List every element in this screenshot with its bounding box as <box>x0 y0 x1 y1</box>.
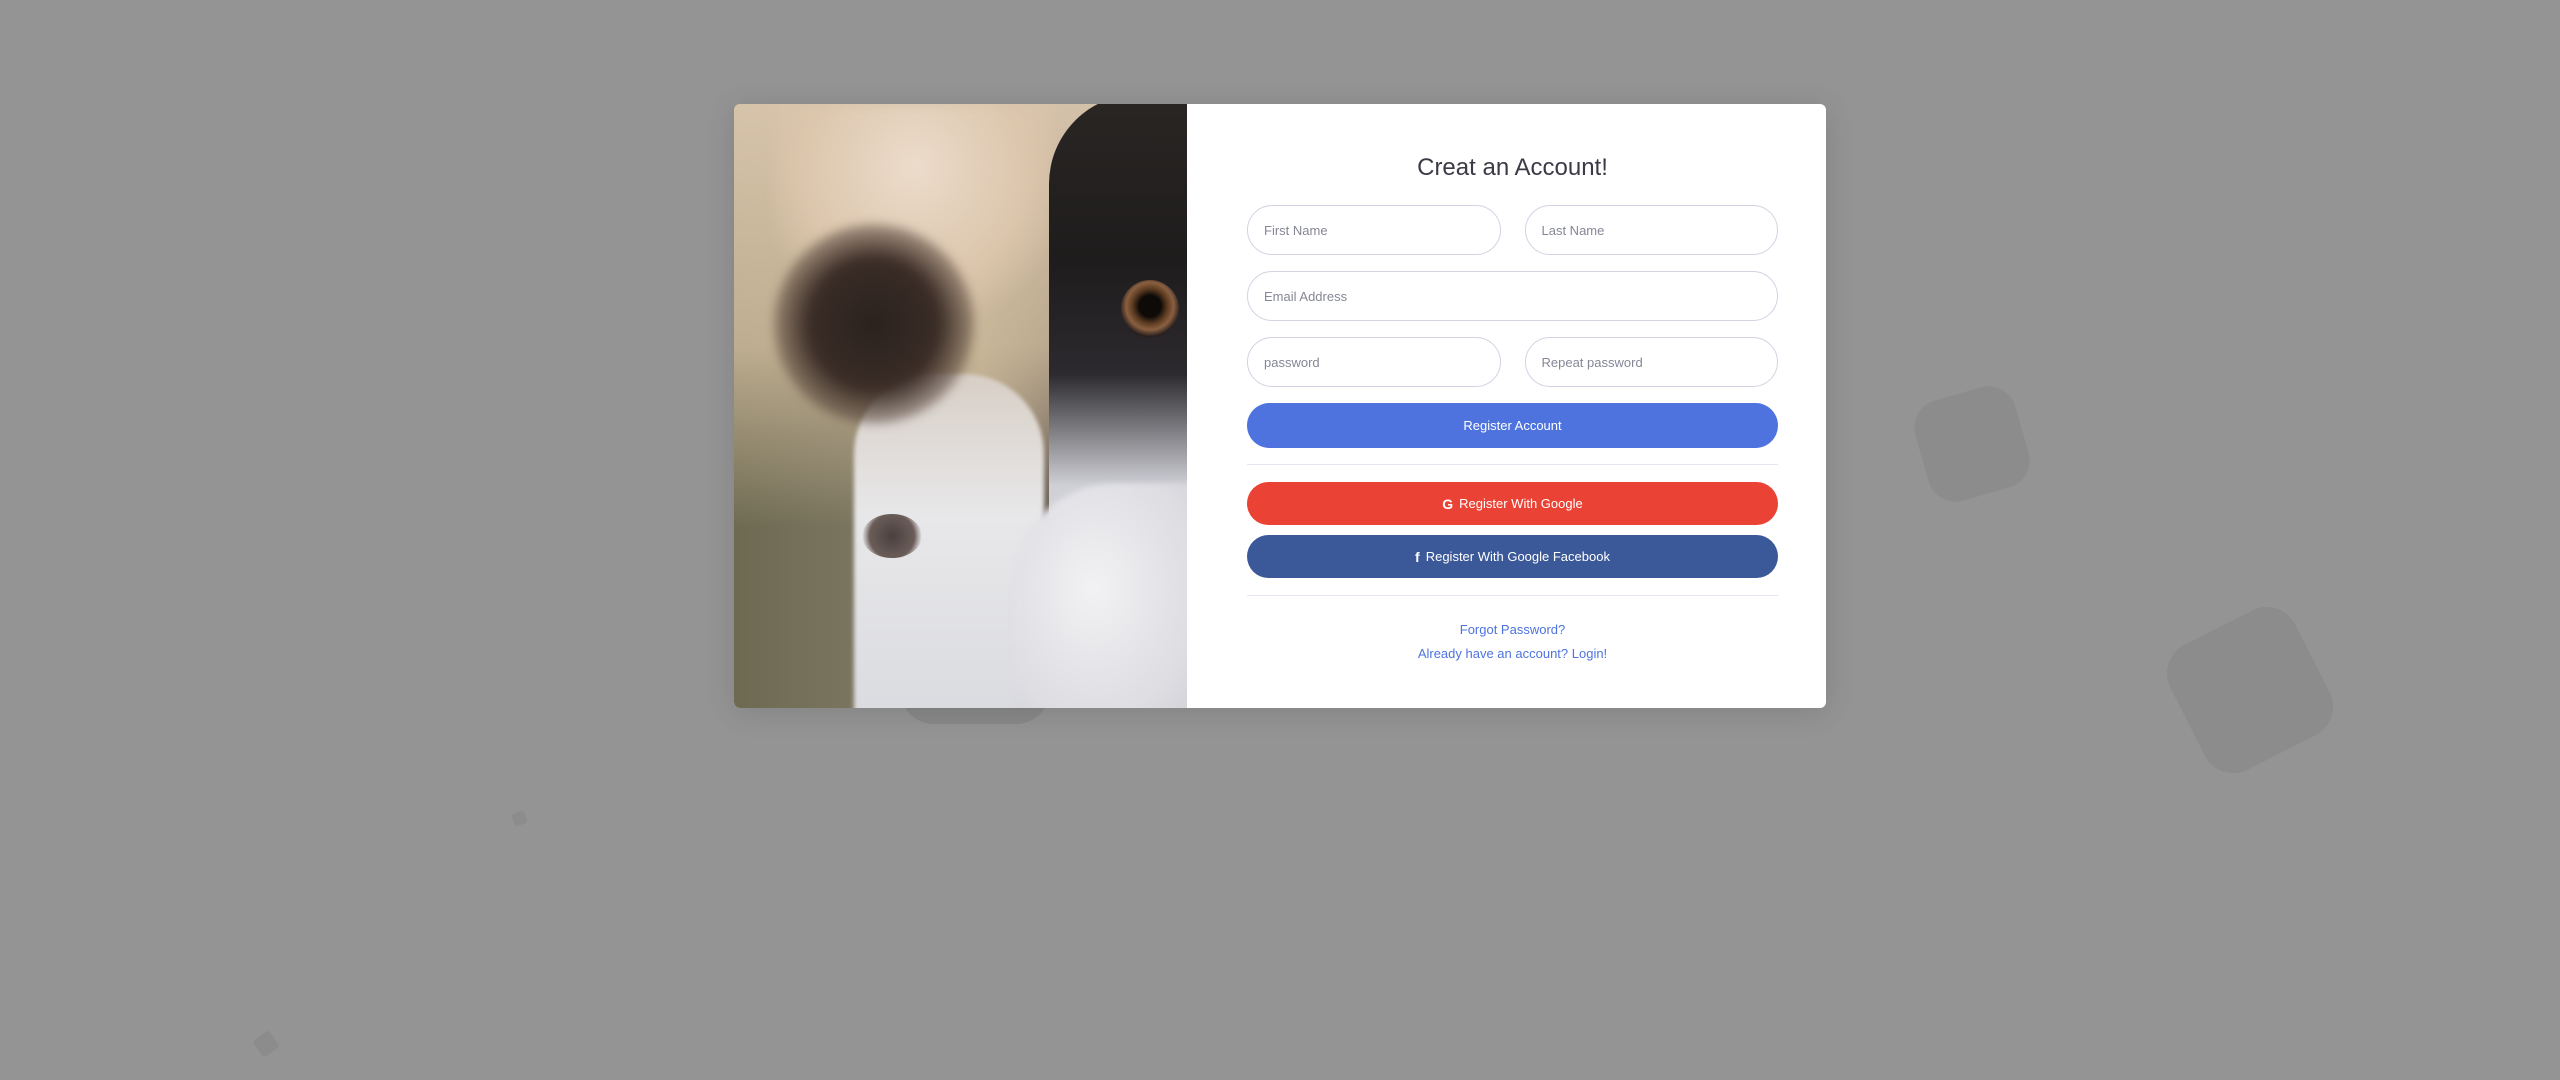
google-icon: G <box>1442 495 1454 512</box>
page-title: Creat an Account! <box>1417 154 1608 181</box>
register-account-label: Register Account <box>1463 418 1562 433</box>
register-google-button[interactable]: G Register With Google <box>1247 482 1778 525</box>
background-decoration <box>1907 379 2037 509</box>
password-input[interactable] <box>1247 337 1501 387</box>
facebook-icon: f <box>1415 548 1420 565</box>
register-account-button[interactable]: Register Account <box>1247 403 1778 448</box>
background-decoration <box>252 1030 280 1058</box>
photo-dog-eye <box>1121 280 1179 338</box>
background-decoration <box>511 810 528 827</box>
footer-links: Forgot Password? Already have an account… <box>1247 618 1778 666</box>
name-row <box>1247 205 1778 255</box>
dog-photo <box>734 104 1187 708</box>
email-input[interactable] <box>1247 271 1778 321</box>
repeat-password-input[interactable] <box>1524 337 1778 387</box>
register-facebook-label: Register With Google Facebook <box>1425 549 1610 564</box>
password-row <box>1247 337 1778 387</box>
register-facebook-button[interactable]: f Register With Google Facebook <box>1247 535 1778 578</box>
register-google-label: Register With Google <box>1459 496 1583 511</box>
login-link[interactable]: Already have an account? Login! <box>1247 642 1778 666</box>
email-row <box>1247 271 1778 321</box>
forgot-password-link[interactable]: Forgot Password? <box>1247 618 1778 642</box>
photo-dog-chest <box>1014 484 1187 708</box>
divider <box>1247 464 1778 465</box>
register-card: Creat an Account! Register Account G Reg… <box>734 104 1826 708</box>
first-name-input[interactable] <box>1247 205 1501 255</box>
photo-dog-toe <box>862 514 922 558</box>
last-name-input[interactable] <box>1524 205 1778 255</box>
photo-dog-paw <box>774 224 974 424</box>
divider <box>1247 595 1778 596</box>
background-decoration <box>2155 595 2345 785</box>
register-form: Creat an Account! Register Account G Reg… <box>1187 104 1826 708</box>
